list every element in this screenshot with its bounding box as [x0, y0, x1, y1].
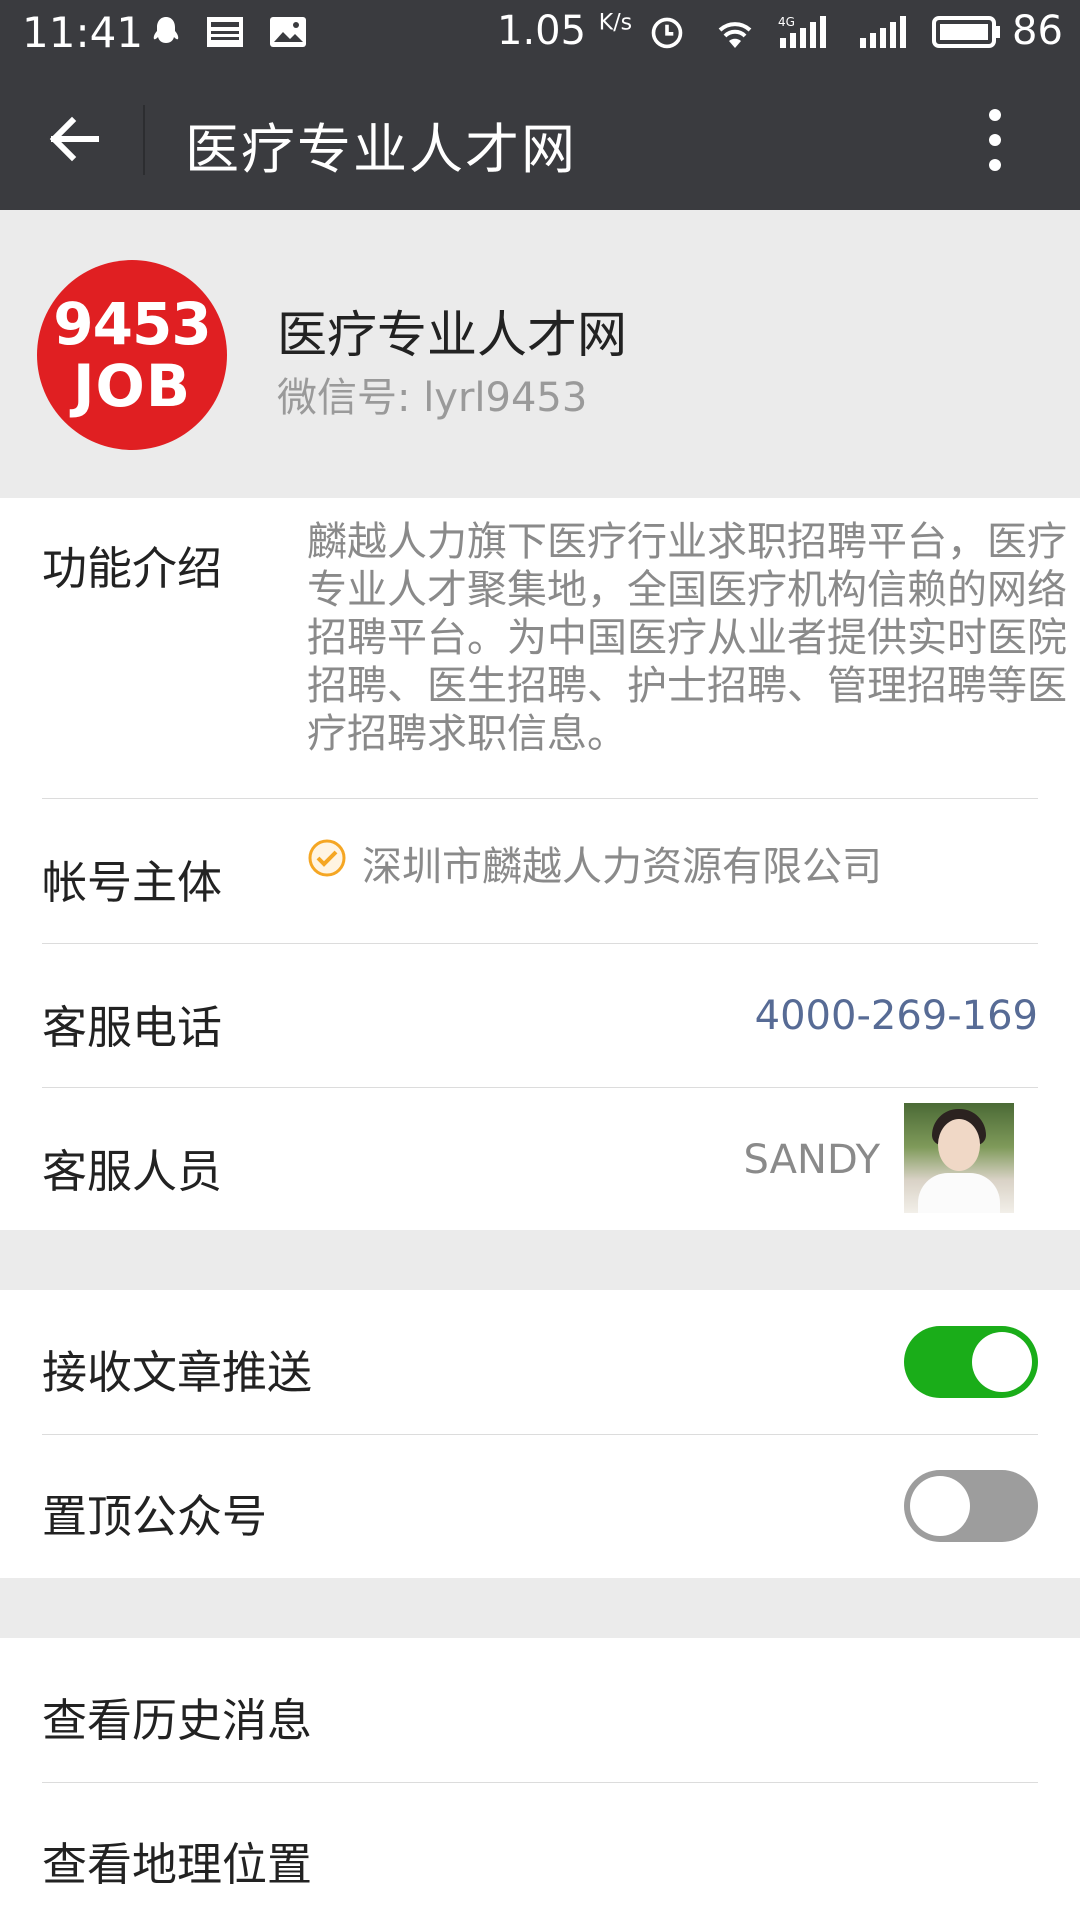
status-time: 11:41	[22, 8, 144, 57]
wechat-id: 微信号: lyrl9453	[277, 375, 588, 421]
4g-signal-icon: 4G	[778, 15, 826, 48]
history-row[interactable]: 查看历史消息	[42, 1638, 1038, 1783]
intro-row: 功能介绍 麟越人力旗下医疗行业求职招聘平台，医疗专业人才聚集地，全国医疗机构信赖…	[42, 498, 1067, 799]
info-section: 功能介绍 麟越人力旗下医疗行业求职招聘平台，医疗专业人才聚集地，全国医疗机构信赖…	[0, 498, 1080, 1230]
pin-account-toggle[interactable]	[904, 1470, 1038, 1542]
settings-section: 接收文章推送 置顶公众号	[0, 1290, 1080, 1578]
owner-label: 帐号主体	[42, 856, 223, 909]
net-speed: 1.05 K/s	[497, 8, 633, 54]
verified-icon	[308, 839, 346, 877]
logo-line-1: 9453	[53, 290, 211, 358]
phone-row[interactable]: 客服电话 4000-269-169	[42, 943, 1038, 1088]
account-name: 医疗专业人才网	[277, 306, 627, 364]
account-header: 9453 JOB 医疗专业人才网 微信号: lyrl9453	[0, 210, 1080, 498]
wifi-icon	[718, 22, 752, 48]
owner-row[interactable]: 帐号主体 深圳市麟越人力资源有限公司	[42, 798, 1038, 944]
location-row[interactable]: 查看地理位置	[42, 1782, 1038, 1920]
svg-text:4G: 4G	[778, 15, 795, 29]
actions-section: 查看历史消息 查看地理位置	[0, 1638, 1080, 1920]
battery-icon	[932, 16, 1000, 48]
qq-icon	[153, 17, 179, 43]
receive-push-toggle[interactable]	[904, 1326, 1038, 1398]
owner-value: 深圳市麟越人力资源有限公司	[362, 844, 882, 890]
alarm-icon	[651, 17, 683, 49]
status-bar: 11:41 1.05 K/s 4G 86	[0, 0, 1080, 65]
staff-avatar[interactable]	[904, 1103, 1014, 1213]
page-title: 医疗专业人才网	[185, 118, 577, 181]
pin-account-label: 置顶公众号	[42, 1490, 268, 1543]
receive-push-label: 接收文章推送	[42, 1346, 313, 1399]
phone-label: 客服电话	[42, 1001, 223, 1054]
back-arrow-icon[interactable]	[44, 109, 104, 169]
location-label: 查看地理位置	[42, 1838, 313, 1891]
battery-level: 86	[1012, 8, 1063, 54]
intro-text: 麟越人力旗下医疗行业求职招聘平台，医疗专业人才聚集地，全国医疗机构信赖的网络招聘…	[307, 519, 1067, 757]
account-logo: 9453 JOB	[37, 260, 227, 450]
phone-link[interactable]: 4000-269-169	[755, 993, 1038, 1039]
staff-name: SANDY	[743, 1137, 880, 1183]
news-icon	[207, 17, 243, 47]
more-options-icon[interactable]	[975, 105, 1015, 175]
image-icon	[270, 17, 306, 47]
title-bar: 医疗专业人才网	[0, 65, 1080, 210]
intro-label: 功能介绍	[42, 542, 223, 595]
receive-push-row: 接收文章推送	[42, 1290, 1038, 1435]
logo-line-2: JOB	[72, 352, 192, 420]
title-divider	[143, 105, 145, 175]
staff-label: 客服人员	[42, 1145, 223, 1198]
signal-icon	[860, 16, 906, 48]
staff-row[interactable]: 客服人员 SANDY	[42, 1087, 1038, 1230]
history-label: 查看历史消息	[42, 1694, 313, 1747]
pin-account-row: 置顶公众号	[42, 1434, 1038, 1578]
